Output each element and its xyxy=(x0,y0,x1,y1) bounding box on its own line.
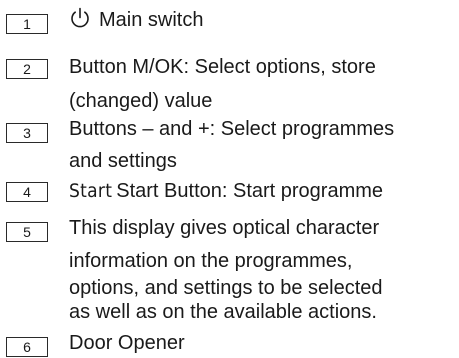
item-description: Button M/OK: Select options, store (chan… xyxy=(69,53,454,116)
item-line: (changed) value xyxy=(69,90,213,112)
item-number-badge: 5 xyxy=(6,222,48,242)
item-number-badge: 3 xyxy=(6,123,48,143)
legend-list: 1 Main switch 2 Button M/OK: Select opti… xyxy=(0,0,459,358)
item-number-badge: 2 xyxy=(6,59,48,79)
item-line: Door Opener xyxy=(69,332,185,354)
item-number-badge: 4 xyxy=(6,182,48,202)
item-description: Buttons – and +: Select programmes and s… xyxy=(69,115,454,176)
item-description: Door Opener xyxy=(69,329,454,358)
item-number-badge: 6 xyxy=(6,337,48,357)
item-line: This display gives optical character xyxy=(69,217,380,239)
item-description: Start Start Button: Start programme xyxy=(69,177,454,206)
start-symbol-label: Start xyxy=(69,180,113,202)
item-line: Button M/OK: Select options, store xyxy=(69,56,376,78)
item-number-badge: 1 xyxy=(6,14,48,34)
item-line: Start Button: Start programme xyxy=(116,180,384,202)
item-line: and settings xyxy=(69,150,177,172)
power-icon xyxy=(71,7,89,28)
item-description: Main switch xyxy=(69,6,454,35)
item-line: options, and settings to be selected xyxy=(69,277,383,299)
item-description: This display gives optical character inf… xyxy=(69,214,454,324)
item-line: as well as on the available actions. xyxy=(69,301,377,323)
item-line: information on the programmes, xyxy=(69,250,353,272)
item-line: Buttons – and +: Select programmes xyxy=(69,118,395,140)
item-line: Main switch xyxy=(99,9,204,31)
